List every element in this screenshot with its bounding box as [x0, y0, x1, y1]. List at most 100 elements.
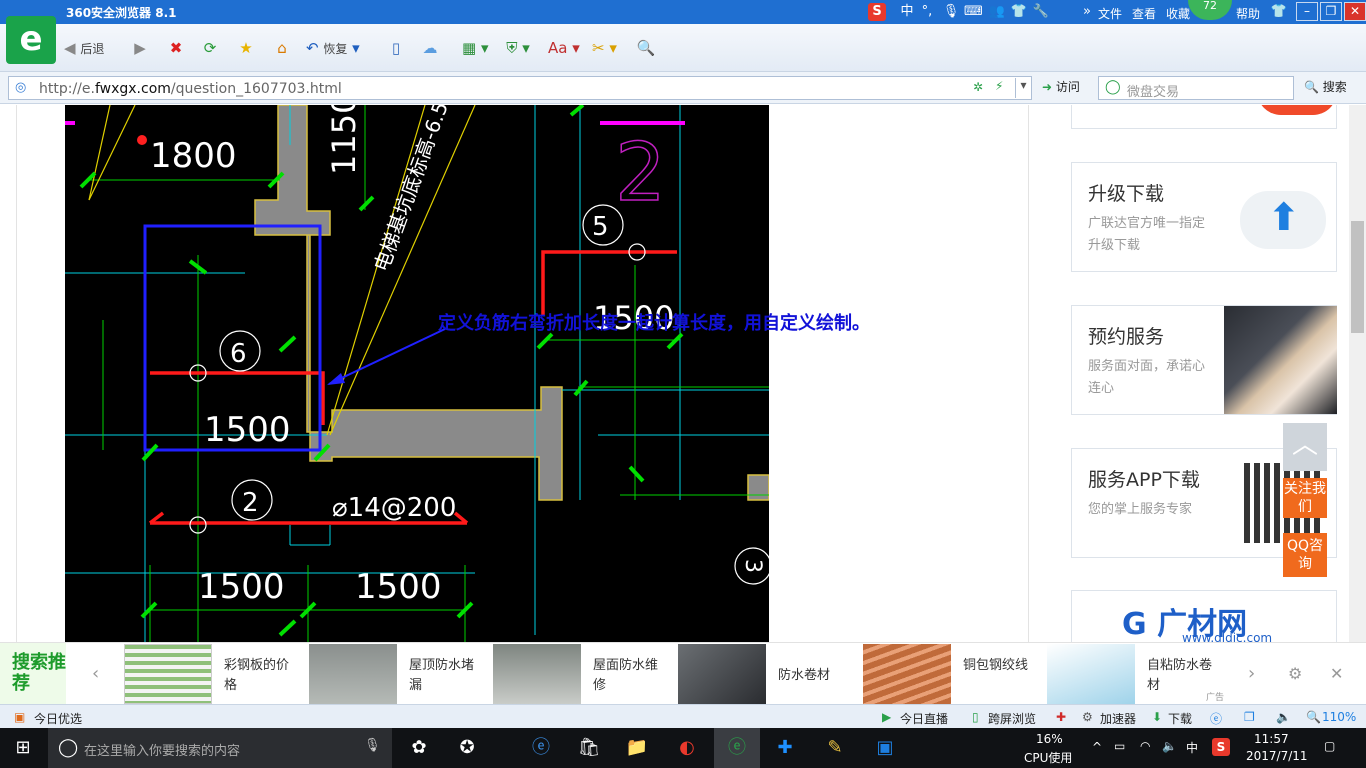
maximize-button[interactable]: ❐: [1320, 2, 1342, 21]
security-icon[interactable]: ✲: [973, 80, 983, 94]
axis-3: 3: [740, 559, 765, 573]
home-icon[interactable]: ⌂: [270, 36, 294, 60]
follow-us-button[interactable]: 关注我们: [1283, 478, 1327, 518]
app-plus-icon[interactable]: ✚: [770, 734, 800, 762]
menu-view[interactable]: 查看: [1132, 5, 1156, 22]
taskbar-search[interactable]: ◯ 在这里输入你要搜索的内容 🎙: [48, 728, 392, 768]
punctuation-icon[interactable]: °,: [918, 3, 936, 21]
speaker-icon[interactable]: 🔈: [1162, 739, 1177, 753]
search-engine-icon[interactable]: ◯: [1105, 79, 1121, 95]
search-button[interactable]: 🔍 搜索: [1304, 78, 1347, 95]
rec-item-2[interactable]: 屋顶防水堵漏: [409, 656, 475, 696]
status-accelerator[interactable]: 加速器: [1100, 710, 1136, 727]
restore-button[interactable]: ↶ 恢复 ▾: [306, 36, 360, 60]
cloud-icon[interactable]: ☁: [418, 36, 442, 60]
edge-icon[interactable]: ⓔ: [526, 734, 556, 762]
prev-arrow-icon[interactable]: ‹: [92, 663, 99, 684]
wifi-icon[interactable]: ◠: [1140, 739, 1150, 753]
score-badge[interactable]: 72: [1188, 0, 1232, 20]
menu-file[interactable]: 文件: [1098, 5, 1122, 22]
search-box[interactable]: ◯ 微盘交易: [1098, 76, 1294, 100]
clock-time[interactable]: 11:57: [1254, 732, 1289, 746]
next-arrow-icon[interactable]: ›: [1248, 663, 1255, 684]
back-to-top-icon[interactable]: ︿: [1283, 423, 1327, 471]
battery-icon[interactable]: ▭: [1114, 739, 1125, 753]
apps-icon[interactable]: ▦ ▾: [462, 36, 488, 60]
rec-item-3[interactable]: 屋面防水维修: [593, 656, 659, 696]
stop-icon[interactable]: ✖: [164, 36, 188, 60]
wrench-icon[interactable]: 🔧: [1032, 3, 1050, 21]
notification-icon[interactable]: ▢: [1324, 739, 1335, 753]
brand-card[interactable]: G 广材网 www.gldjc.com: [1071, 590, 1337, 642]
back-button[interactable]: ◀ 后退: [64, 36, 104, 60]
shirt-icon[interactable]: 👕: [1270, 3, 1288, 21]
rec-item-5[interactable]: 铜包钢绞线: [963, 656, 1029, 676]
rec-item-4[interactable]: 防水卷材: [778, 666, 844, 686]
windows-start-icon[interactable]: ⊞: [8, 734, 38, 762]
app-swirl-icon[interactable]: ✪: [452, 734, 482, 762]
tray-expand-icon[interactable]: ^: [1092, 740, 1102, 754]
sogou-ime-icon[interactable]: S: [868, 3, 886, 21]
clock-date[interactable]: 2017/7/11: [1246, 749, 1308, 763]
explorer-folder-icon[interactable]: 📁: [622, 734, 652, 762]
menu-favorites[interactable]: 收藏: [1166, 5, 1190, 22]
status-crossscreen[interactable]: 跨屏浏览: [988, 710, 1036, 727]
status-live[interactable]: 今日直播: [900, 710, 948, 727]
microphone-icon[interactable]: 🎙: [942, 3, 960, 21]
scrollbar-thumb[interactable]: [1351, 221, 1364, 333]
rec-item-1[interactable]: 彩钢板的价格: [224, 656, 290, 696]
card-upgrade-download[interactable]: 升级下载 广联达官方唯一指定升级下载 ⬆: [1071, 162, 1337, 272]
rec-image-2[interactable]: [309, 644, 397, 704]
store-icon[interactable]: 🛍: [574, 734, 604, 762]
mic-icon[interactable]: 🎙: [364, 738, 381, 753]
close-icon[interactable]: ✕: [1330, 664, 1343, 683]
translate-icon[interactable]: Aa ▾: [548, 36, 580, 60]
sidebar-card-partial[interactable]: [1071, 105, 1337, 129]
refresh-icon[interactable]: ⟳: [198, 36, 222, 60]
sogou-tray-icon[interactable]: S: [1212, 738, 1230, 756]
zoom-icon[interactable]: 🔍: [634, 36, 658, 60]
visit-button[interactable]: ➜ 访问: [1042, 78, 1080, 95]
app-ring-icon[interactable]: ◐: [672, 734, 702, 762]
address-bar[interactable]: ◎ http://e.fwxgx.com/question_1607703.ht…: [8, 76, 1032, 100]
qq-consult-button[interactable]: QQ咨询: [1283, 533, 1327, 577]
notes-icon[interactable]: ✎: [820, 734, 850, 762]
rec-image-5[interactable]: [863, 644, 951, 704]
today-picks[interactable]: 今日优选: [34, 710, 82, 727]
browser-logo-icon[interactable]: e: [6, 16, 56, 64]
menu-help[interactable]: 帮助: [1236, 5, 1260, 22]
rec-image-4[interactable]: [678, 644, 766, 704]
more-chevron-icon[interactable]: »: [1078, 3, 1096, 21]
app-pinwheel-icon[interactable]: ✿: [404, 734, 434, 762]
dropdown-arrow-icon[interactable]: ▾: [1015, 78, 1031, 98]
plus-icon[interactable]: ✚: [1056, 710, 1066, 724]
keyboard-icon[interactable]: ⌨: [964, 3, 983, 21]
rec-item-6[interactable]: 自粘防水卷材: [1147, 656, 1213, 696]
close-button[interactable]: ✕: [1344, 2, 1366, 21]
minimize-button[interactable]: –: [1296, 2, 1318, 21]
user-icon[interactable]: 👥: [988, 3, 1006, 21]
hotspot-icon[interactable]: ▣: [870, 734, 900, 762]
rec-image-3[interactable]: [493, 644, 581, 704]
shield-icon[interactable]: ⛨ ▾: [506, 36, 530, 60]
ime-indicator[interactable]: 中: [1186, 739, 1198, 756]
ime-mode[interactable]: 中: [898, 3, 916, 21]
rec-image-6[interactable]: [1047, 644, 1135, 704]
favorite-star-icon[interactable]: ★: [234, 36, 258, 60]
mobile-icon[interactable]: ▯: [384, 36, 408, 60]
status-download[interactable]: 下载: [1168, 710, 1192, 727]
ie-icon[interactable]: ⓔ: [1210, 710, 1222, 727]
zoom-level[interactable]: 110%: [1322, 710, 1356, 724]
skin-icon[interactable]: 👕: [1010, 3, 1028, 21]
settings-gear-icon[interactable]: ⚙: [1288, 664, 1302, 683]
rec-image-1[interactable]: [124, 644, 212, 704]
scrollbar[interactable]: [1349, 105, 1366, 642]
url-text[interactable]: http://e.fwxgx.com/question_1607703.html: [39, 81, 342, 97]
screenshot-icon[interactable]: ✂ ▾: [592, 36, 617, 60]
volume-icon[interactable]: 🔈: [1276, 710, 1291, 724]
forward-button[interactable]: ▶: [128, 36, 152, 60]
speed-mode-icon[interactable]: ⚡: [995, 79, 1003, 93]
window-icon[interactable]: ❐: [1244, 710, 1255, 724]
browser-360-icon[interactable]: ⓔ: [722, 734, 752, 762]
card-appointment[interactable]: 预约服务 服务面对面，承诺心连心: [1071, 305, 1337, 415]
